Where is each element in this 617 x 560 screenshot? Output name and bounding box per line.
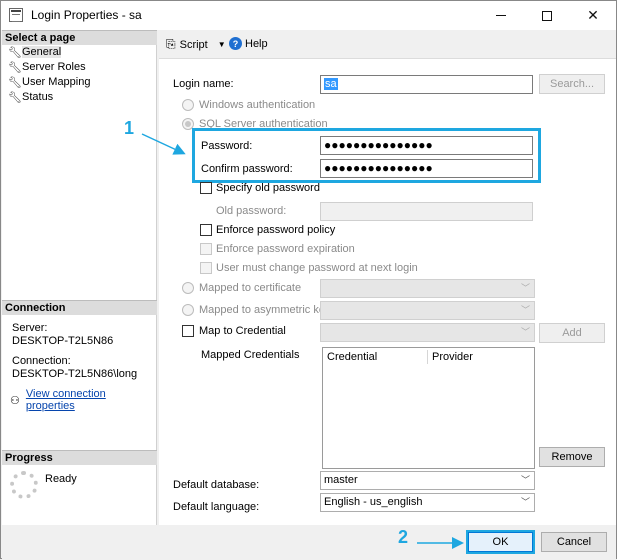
page-label: Status bbox=[22, 91, 54, 103]
server-value: DESKTOP-T2L5N86 bbox=[12, 335, 114, 347]
mapped-certificate-radio[interactable] bbox=[182, 282, 194, 294]
windows-auth-radio[interactable] bbox=[182, 99, 194, 111]
chevron-down-icon: ﹀ bbox=[520, 497, 530, 507]
page-label: Server Roles bbox=[22, 61, 86, 73]
chevron-down-icon: ﹀ bbox=[520, 283, 530, 293]
mapped-credentials-label: Mapped Credentials bbox=[201, 349, 300, 361]
maximize-button[interactable] bbox=[524, 1, 570, 30]
minimize-icon bbox=[496, 15, 506, 16]
right-pane: ⎘ Script ▼ ? Help Login name: sa Search.… bbox=[159, 30, 616, 525]
default-language-select[interactable]: English - us_english ﹀ bbox=[320, 493, 535, 512]
window-title: Login Properties - sa bbox=[31, 8, 142, 22]
must-change-checkbox[interactable] bbox=[200, 262, 212, 274]
old-password-label: Old password: bbox=[216, 205, 287, 217]
default-database-label: Default database: bbox=[173, 479, 260, 491]
maximize-icon bbox=[542, 10, 552, 21]
specify-old-password-label: Specify old password bbox=[216, 182, 320, 194]
certificate-select[interactable]: ﹀ bbox=[320, 279, 535, 298]
enforce-expiration-label: Enforce password expiration bbox=[216, 243, 355, 255]
remove-button[interactable]: Remove bbox=[539, 447, 605, 467]
callout-number-2: 2 bbox=[398, 527, 409, 547]
select-page-header: Select a page bbox=[2, 30, 157, 45]
script-icon: ⎘ bbox=[166, 37, 176, 51]
windows-auth-label: Windows authentication bbox=[199, 99, 316, 111]
default-language-label: Default language: bbox=[173, 501, 260, 513]
close-button[interactable]: ✕ bbox=[570, 1, 616, 30]
old-password-input[interactable] bbox=[320, 202, 533, 221]
connection-label: Connection: bbox=[12, 355, 71, 367]
title-bar: Login Properties - sa ✕ bbox=[1, 1, 616, 30]
password-highlight-box bbox=[192, 128, 541, 183]
credential-select[interactable]: ﹀ bbox=[320, 323, 535, 342]
search-button[interactable]: Search... bbox=[539, 74, 605, 94]
credential-column-header[interactable]: Credential bbox=[323, 349, 377, 365]
page-general[interactable]: 🔧︎ General bbox=[8, 45, 62, 59]
callout-number-1: 1 bbox=[124, 118, 135, 138]
default-database-select[interactable]: master ﹀ bbox=[320, 471, 535, 490]
toolbar: ⎘ Script ▼ ? Help bbox=[159, 30, 616, 58]
map-credential-checkbox[interactable] bbox=[182, 325, 194, 337]
help-label: Help bbox=[245, 37, 268, 50]
login-name-input[interactable]: sa bbox=[320, 75, 533, 94]
progress-header: Progress bbox=[2, 450, 157, 465]
page-status[interactable]: 🔧︎ Status bbox=[8, 90, 53, 104]
page-server-roles[interactable]: 🔧︎ Server Roles bbox=[8, 60, 86, 74]
connection-properties-icon: ⚇ bbox=[10, 394, 20, 407]
progress-status: Ready bbox=[45, 473, 77, 485]
mapped-asym-key-label: Mapped to asymmetric key bbox=[199, 304, 331, 316]
asym-key-select[interactable]: ﹀ bbox=[320, 301, 535, 320]
wrench-icon: 🔧︎ bbox=[8, 61, 22, 74]
chevron-down-icon: ﹀ bbox=[520, 327, 530, 337]
provider-column-header[interactable]: Provider bbox=[428, 349, 473, 365]
chevron-down-icon: ﹀ bbox=[520, 305, 530, 315]
page-user-mapping[interactable]: 🔧︎ User Mapping bbox=[8, 75, 90, 89]
script-button[interactable]: ⎘ Script ▼ bbox=[166, 37, 226, 52]
login-name-value: sa bbox=[324, 78, 338, 90]
general-page: Login name: sa Search... Windows authent… bbox=[159, 59, 616, 525]
help-icon: ? bbox=[229, 37, 242, 50]
view-connection-properties[interactable]: ⚇ View connection properties bbox=[10, 388, 156, 412]
dropdown-arrow-icon[interactable]: ▼ bbox=[218, 40, 226, 49]
left-pane: Select a page 🔧︎ General 🔧︎ Server Roles… bbox=[2, 30, 157, 525]
connection-value: DESKTOP-T2L5N86\long bbox=[12, 368, 138, 380]
minimize-button[interactable] bbox=[478, 1, 524, 30]
view-connection-link[interactable]: View connection properties bbox=[26, 388, 156, 412]
login-properties-window: Login Properties - sa ✕ Select a page 🔧︎… bbox=[0, 0, 617, 559]
add-button[interactable]: Add bbox=[539, 323, 605, 343]
ok-highlight-box bbox=[466, 530, 535, 554]
chevron-down-icon: ﹀ bbox=[520, 475, 530, 485]
mapped-asym-key-radio[interactable] bbox=[182, 304, 194, 316]
specify-old-password-checkbox[interactable] bbox=[200, 182, 212, 194]
map-credential-label: Map to Credential bbox=[199, 325, 286, 337]
help-button[interactable]: ? Help bbox=[229, 37, 268, 50]
connection-header: Connection bbox=[2, 300, 157, 315]
window-app-icon bbox=[9, 8, 23, 22]
default-language-value: English - us_english bbox=[324, 496, 423, 508]
server-label: Server: bbox=[12, 322, 48, 334]
enforce-policy-label: Enforce password policy bbox=[216, 224, 336, 236]
mapped-certificate-label: Mapped to certificate bbox=[199, 282, 302, 294]
close-icon: ✕ bbox=[587, 7, 599, 23]
mapped-credentials-grid[interactable]: Credential Provider bbox=[322, 347, 535, 469]
login-name-label: Login name: bbox=[173, 78, 234, 90]
wrench-icon: 🔧︎ bbox=[8, 46, 22, 59]
page-label: General bbox=[22, 46, 62, 58]
wrench-icon: 🔧︎ bbox=[8, 91, 22, 104]
page-label: User Mapping bbox=[22, 76, 91, 88]
cancel-button[interactable]: Cancel bbox=[541, 532, 607, 552]
enforce-expiration-checkbox[interactable] bbox=[200, 243, 212, 255]
wrench-icon: 🔧︎ bbox=[8, 76, 22, 89]
enforce-policy-checkbox[interactable] bbox=[200, 224, 212, 236]
script-label: Script bbox=[179, 38, 208, 51]
default-database-value: master bbox=[324, 474, 358, 486]
must-change-label: User must change password at next login bbox=[216, 262, 418, 274]
progress-spinner-icon bbox=[10, 471, 38, 499]
